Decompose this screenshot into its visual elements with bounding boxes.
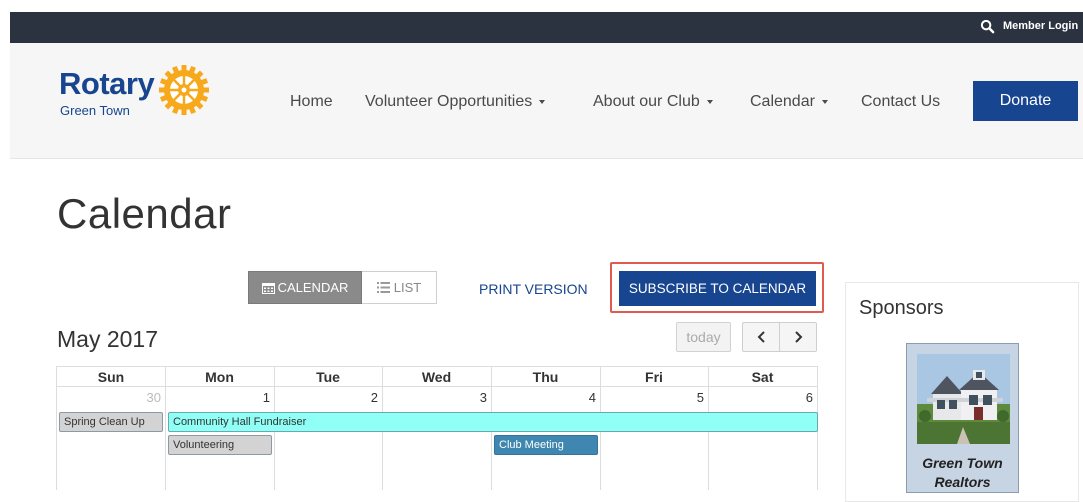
month-title: May 2017 xyxy=(57,326,159,352)
event-spring-clean-up[interactable]: Spring Clean Up xyxy=(59,412,163,432)
caret-down-icon xyxy=(706,99,713,104)
list-view-label: LIST xyxy=(393,280,422,295)
column-divider xyxy=(165,367,166,490)
nav-about-our-club[interactable]: About our Club xyxy=(593,93,713,111)
today-button[interactable]: today xyxy=(676,322,731,352)
dow-tue: Tue xyxy=(316,369,340,385)
list-icon xyxy=(376,282,390,293)
dow-wed: Wed xyxy=(421,369,452,385)
sponsor-name-line1: Green Town xyxy=(922,455,1003,471)
day-number: 2 xyxy=(370,390,378,405)
nav-volunteer-label: Volunteer Opportunities xyxy=(365,93,533,110)
dow-mon: Mon xyxy=(205,369,234,385)
nav-volunteer-opportunities[interactable]: Volunteer Opportunities xyxy=(365,93,546,111)
view-toggle: CALENDAR LIST xyxy=(248,271,437,304)
site-header: Rotary Green Town Home Volunteer Opportu… xyxy=(10,43,1083,159)
nav-about-label: About our Club xyxy=(593,93,700,110)
day-number: 1 xyxy=(262,390,270,405)
caret-down-icon xyxy=(539,99,546,104)
event-club-meeting[interactable]: Club Meeting xyxy=(494,435,598,455)
prev-month-button[interactable] xyxy=(742,322,780,352)
top-utility-bar: Member Login xyxy=(10,12,1083,43)
nav-calendar-label: Calendar xyxy=(750,93,815,110)
logo-club-name: Green Town xyxy=(60,103,130,118)
day-number: 5 xyxy=(696,390,704,405)
day-number: 6 xyxy=(805,390,813,405)
chevron-left-icon xyxy=(757,331,765,343)
event-volunteering[interactable]: Volunteering xyxy=(168,435,272,455)
day-number: 4 xyxy=(588,390,596,405)
caret-down-icon xyxy=(821,99,828,104)
calendar-icon xyxy=(261,282,275,294)
rotary-wheel-icon xyxy=(159,65,209,115)
dow-sat: Sat xyxy=(751,369,774,385)
event-community-hall-fundraiser[interactable]: Community Hall Fundraiser xyxy=(168,412,818,432)
day-number: 30 xyxy=(146,390,161,405)
nav-contact-label: Contact Us xyxy=(861,93,941,110)
dow-sun: Sun xyxy=(97,369,125,385)
logo-wordmark: Rotary xyxy=(59,66,155,101)
nav-home-label: Home xyxy=(290,93,333,110)
member-login-link[interactable]: Member Login xyxy=(1003,20,1078,32)
house-image xyxy=(917,354,1010,444)
nav-calendar[interactable]: Calendar xyxy=(750,93,828,111)
chevron-right-icon xyxy=(794,331,802,343)
calendar-view-button[interactable]: CALENDAR xyxy=(248,271,362,304)
sponsor-name-line2: Realtors xyxy=(934,474,991,490)
print-version-link[interactable]: PRINT VERSION xyxy=(479,281,588,297)
sponsors-title: Sponsors xyxy=(859,297,944,319)
header-divider xyxy=(57,386,818,387)
list-view-button[interactable]: LIST xyxy=(362,271,437,304)
sponsors-panel: Sponsors Green Town Realtors xyxy=(845,282,1079,502)
sponsor-card[interactable]: Green Town Realtors xyxy=(906,343,1019,493)
sponsor-name: Green Town Realtors xyxy=(907,454,1018,492)
calendar-view-label: CALENDAR xyxy=(277,280,349,295)
nav-home[interactable]: Home xyxy=(290,93,333,111)
dow-fri: Fri xyxy=(645,369,663,385)
subscribe-to-calendar-button[interactable]: SUBSCRIBE TO CALENDAR xyxy=(619,271,816,306)
page-title: Calendar xyxy=(57,190,232,237)
search-icon[interactable] xyxy=(980,19,995,34)
calendar-grid: Sun Mon Tue Wed Thu Fri Sat 30 1 2 3 4 5… xyxy=(56,366,818,490)
day-number: 3 xyxy=(479,390,487,405)
nav-contact-us[interactable]: Contact Us xyxy=(861,93,940,111)
donate-button[interactable]: Donate xyxy=(973,81,1078,121)
next-month-button[interactable] xyxy=(779,322,817,352)
dow-thu: Thu xyxy=(532,369,559,385)
sponsor-house-image xyxy=(917,354,1010,444)
